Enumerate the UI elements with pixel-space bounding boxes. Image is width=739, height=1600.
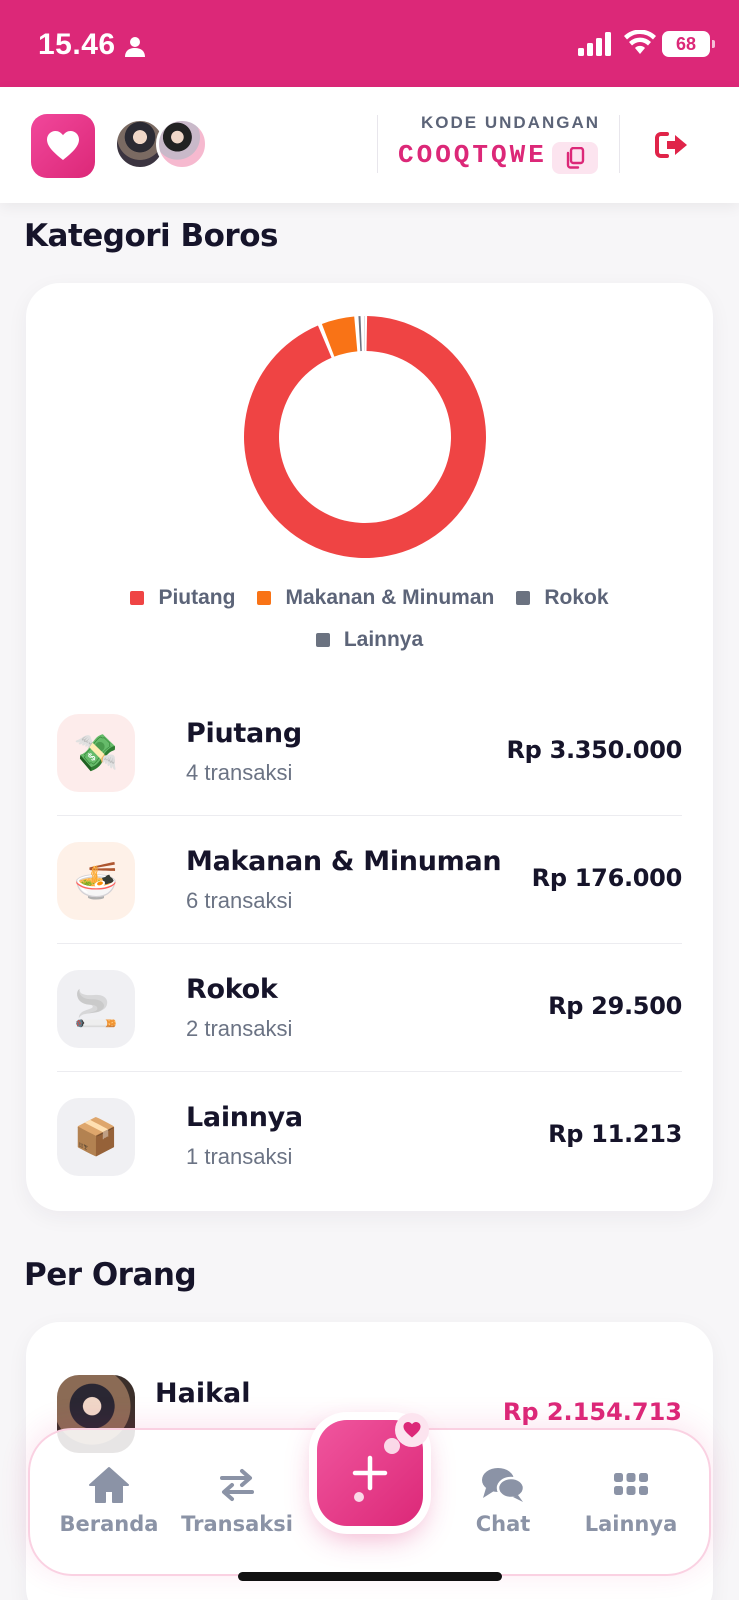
nav-chat[interactable]: Chat [438, 1466, 568, 1536]
money-with-wings-icon: 💸 [57, 714, 135, 792]
category-amount: Rp 176.000 [531, 864, 683, 892]
category-card: Piutang Makanan & Minuman Rokok Lainnya … [26, 283, 713, 1211]
battery-icon: 68 [662, 31, 715, 57]
legend-swatch [516, 591, 531, 605]
copy-icon [566, 147, 585, 169]
category-amount: Rp 11.213 [548, 1120, 682, 1148]
legend-label: Rokok [544, 586, 609, 609]
donut-slice-piutang [244, 316, 486, 558]
category-row[interactable]: 📦 Lainnya 1 transaksi Rp 11.213 [57, 1072, 682, 1200]
donut-chart [244, 316, 486, 558]
category-count: 4 transaksi [186, 760, 293, 785]
person-icon [125, 37, 145, 57]
chat-bubbles-icon [482, 1468, 526, 1502]
app-header: KODE UNDANGAN COOQTQWE [0, 87, 739, 203]
home-icon [89, 1467, 129, 1503]
legend-label: Piutang [158, 586, 236, 609]
legend-item-rokok: Rokok [516, 586, 609, 610]
noodle-bowl-icon: 🍜 [57, 842, 135, 920]
heart-icon [395, 1413, 429, 1447]
category-name: Rokok [186, 974, 278, 1005]
nav-label: Lainnya [584, 1512, 678, 1536]
nav-label: Chat [475, 1512, 531, 1536]
section-title-person: Per Orang [24, 1257, 197, 1293]
legend-item-makanan: Makanan & Minuman [257, 586, 494, 610]
category-name: Piutang [186, 718, 302, 749]
status-bar: 15.46 68 [0, 0, 739, 87]
invite-code: COOQTQWE [398, 140, 547, 170]
category-row[interactable]: 💸 Piutang 4 transaksi Rp 3.350.000 [57, 688, 682, 816]
grid-dots-icon [614, 1473, 648, 1495]
invite-code-label: KODE UNDANGAN [421, 113, 600, 132]
category-row[interactable]: 🍜 Makanan & Minuman 6 transaksi Rp 176.0… [57, 816, 682, 944]
app-logo[interactable] [31, 114, 95, 178]
package-icon: 📦 [57, 1098, 135, 1176]
heart-icon [47, 131, 79, 160]
heart-icon [403, 1422, 421, 1438]
person-amount: Rp 2.154.713 [502, 1398, 682, 1426]
home-indicator [238, 1572, 502, 1581]
nav-label: Transaksi [181, 1512, 293, 1536]
category-amount: Rp 29.500 [548, 992, 682, 1020]
donut-slice-rokok [358, 316, 362, 352]
nav-lainnya[interactable]: Lainnya [566, 1466, 696, 1536]
logout-icon [655, 132, 687, 158]
copy-button[interactable] [552, 142, 598, 174]
logout-button[interactable] [652, 127, 692, 163]
decorative-dot [354, 1492, 364, 1502]
person-name: Haikal [155, 1378, 251, 1409]
section-title-category: Kategori Boros [24, 218, 278, 254]
wifi-icon [624, 30, 656, 54]
category-count: 6 transaksi [186, 888, 293, 913]
divider [377, 115, 378, 173]
category-name: Makanan & Minuman [186, 846, 502, 877]
chart-legend: Lainnya [26, 628, 713, 652]
category-row[interactable]: 🚬 Rokok 2 transaksi Rp 29.500 [57, 944, 682, 1072]
legend-swatch [315, 633, 330, 647]
legend-item-piutang: Piutang [130, 586, 235, 610]
nav-label: Beranda [59, 1512, 159, 1536]
signal-icon [578, 32, 611, 56]
transfer-arrows-icon [220, 1469, 254, 1501]
legend-item-lainnya: Lainnya [315, 628, 424, 652]
category-count: 2 transaksi [186, 1016, 293, 1041]
avatar[interactable] [156, 118, 208, 170]
category-count: 1 transaksi [186, 1144, 293, 1169]
nav-transaksi[interactable]: Transaksi [172, 1466, 302, 1536]
status-time: 15.46 [38, 28, 116, 61]
legend-swatch [130, 591, 145, 605]
legend-swatch [257, 591, 272, 605]
chart-legend: Piutang Makanan & Minuman Rokok [26, 586, 713, 610]
cigarette-icon: 🚬 [57, 970, 135, 1048]
category-amount: Rp 3.350.000 [506, 736, 682, 764]
plus-icon [352, 1455, 388, 1491]
nav-beranda[interactable]: Beranda [44, 1466, 174, 1536]
legend-label: Makanan & Minuman [285, 586, 495, 609]
divider [619, 115, 620, 173]
legend-label: Lainnya [343, 628, 424, 651]
category-name: Lainnya [186, 1102, 303, 1133]
